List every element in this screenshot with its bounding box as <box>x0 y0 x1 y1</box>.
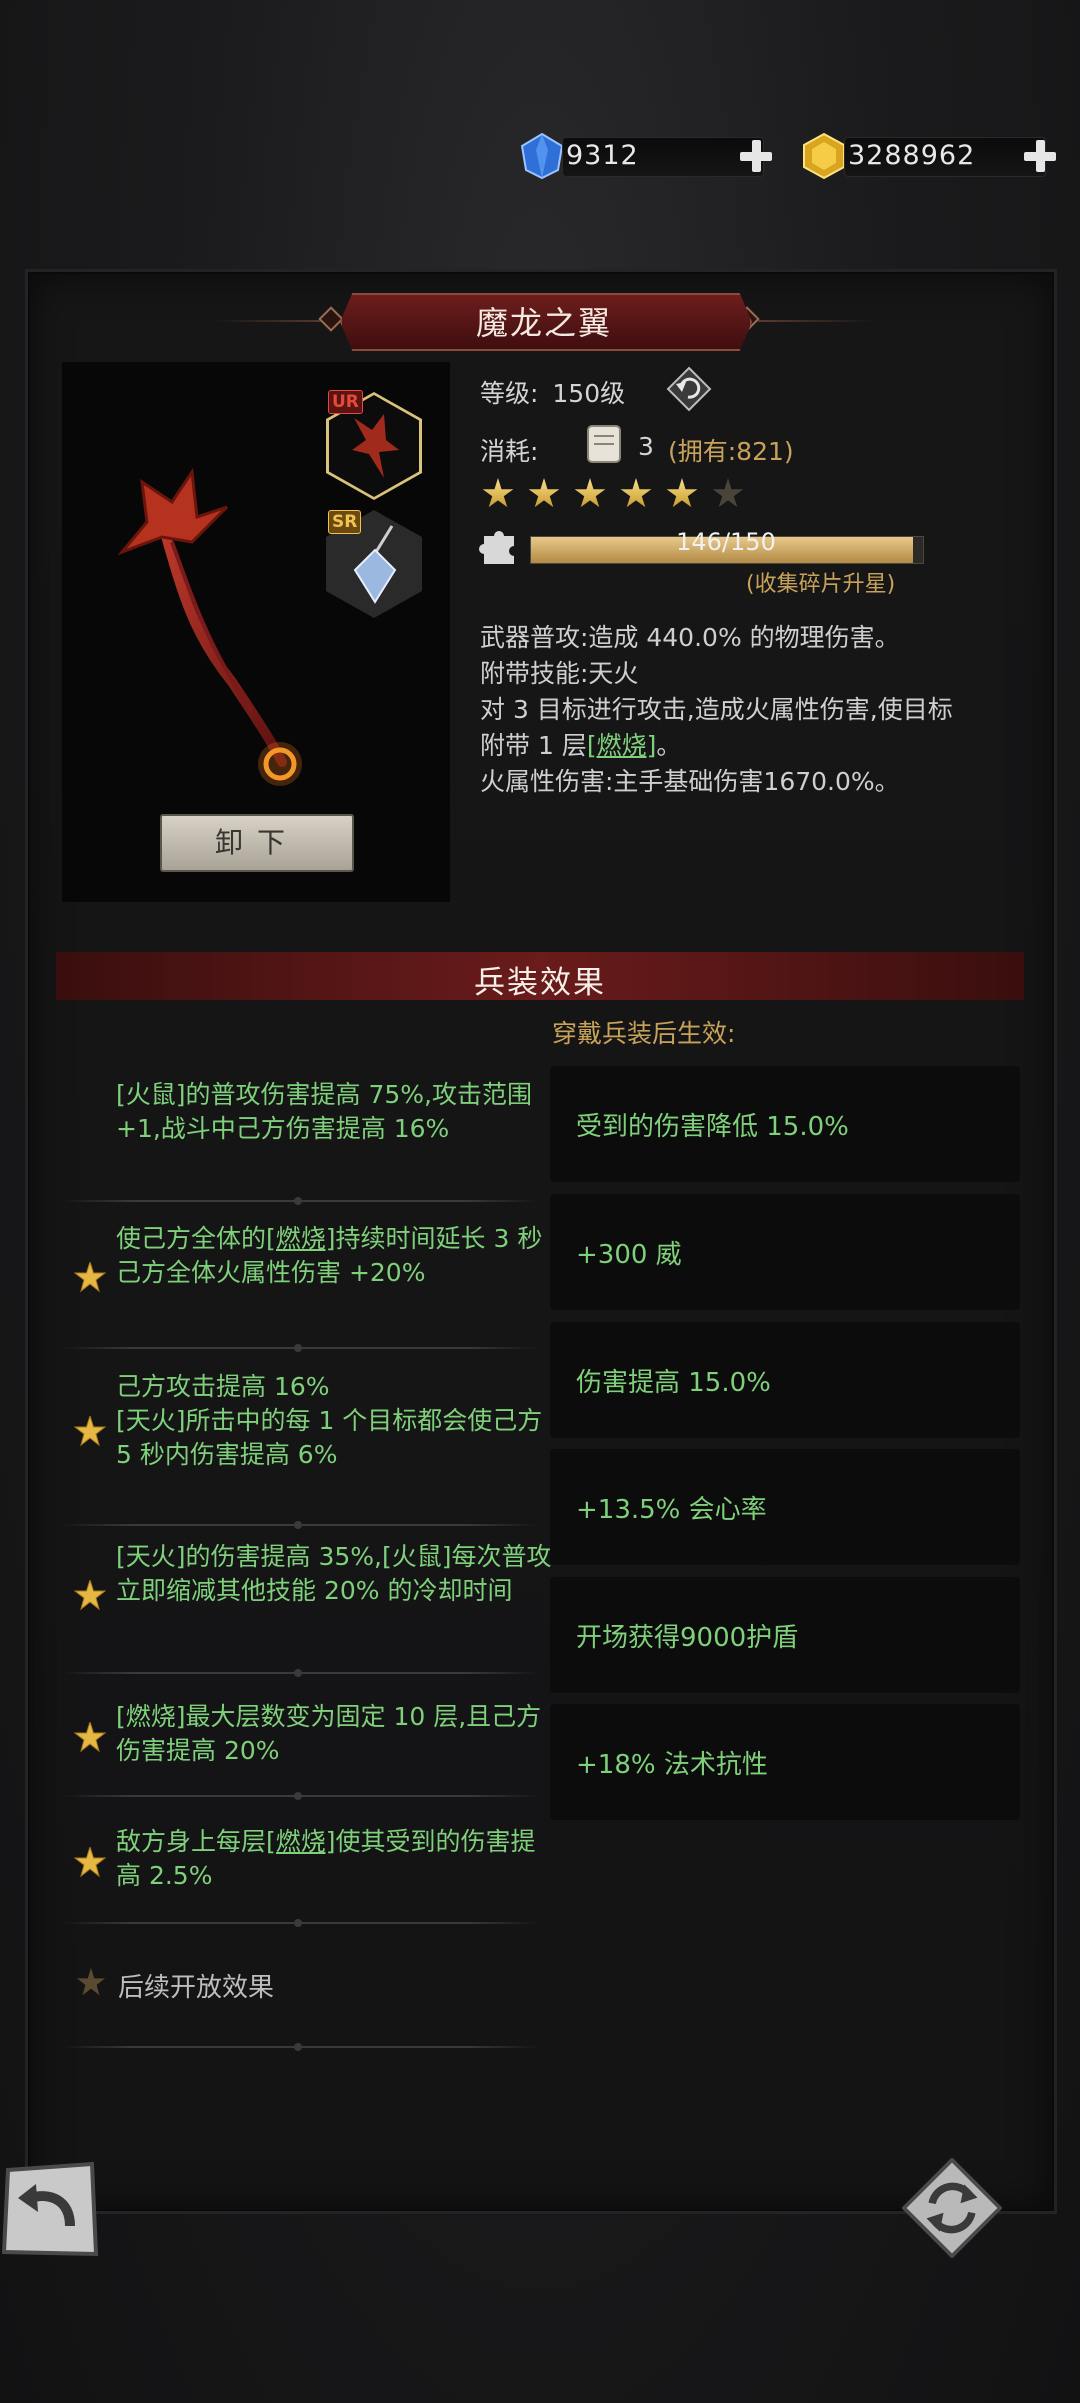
gold-coin-icon <box>803 132 845 180</box>
buff-card: +18% 法术抗性 <box>550 1704 1020 1820</box>
gem-currency: 9312 <box>518 132 778 180</box>
effect-text: [燃烧]最大层数变为固定 10 层,且己方伤害提高 20% <box>116 1702 542 1765</box>
desc-skill-detail: 对 3 目标进行攻击,造成火属性伤害,使目标附带 1 层[燃烧]。 <box>480 695 953 760</box>
scroll-material-icon <box>587 425 621 463</box>
add-gems-button[interactable] <box>738 138 774 174</box>
star-icon <box>74 1262 106 1293</box>
cost-amount: 3 <box>638 432 654 461</box>
blue-gem-icon <box>520 132 564 180</box>
wing-icon <box>352 414 399 478</box>
back-button[interactable] <box>0 2160 100 2260</box>
buff-card: 受到的伤害降低 15.0% <box>550 1066 1020 1182</box>
gold-currency: 3288962 <box>800 132 1060 180</box>
separator <box>62 1919 538 1927</box>
separator <box>62 2043 538 2051</box>
burn-link[interactable]: [燃烧] <box>266 1827 336 1856</box>
burn-link[interactable]: [燃烧] <box>587 731 657 760</box>
fragment-progress-text: 146/150 <box>676 528 776 556</box>
desc-skill: 附带技能:天火 <box>480 659 639 688</box>
star-icon <box>74 1580 106 1611</box>
swap-button[interactable] <box>902 2158 1002 2258</box>
effects-subtitle: 穿戴兵装后生效: <box>552 1019 736 1048</box>
title-line-left <box>212 320 330 322</box>
star-icon <box>74 1847 106 1878</box>
separator <box>62 1792 538 1800</box>
pending-effects-label: 后续开放效果 <box>118 1973 275 2003</box>
level-label: 等级: <box>480 379 539 408</box>
effects-title: 兵装效果 <box>474 965 606 1001</box>
buff-card: +300 威 <box>550 1194 1020 1310</box>
separator <box>62 1669 538 1677</box>
separator <box>62 1521 538 1529</box>
cost-row: 消耗: <box>480 432 538 468</box>
star-rating <box>482 478 744 510</box>
effect-text: 己方攻击提高 16% [天火]所击中的每 1 个目标都会使己方 5 秒内伤害提高… <box>116 1372 543 1469</box>
burn-link[interactable]: [燃烧] <box>266 1224 336 1253</box>
effect-text: 敌方身上每层[燃烧]使其受到的伤害提高 2.5% <box>116 1827 536 1890</box>
separator <box>62 1344 538 1352</box>
star-dim-icon <box>76 1968 106 1996</box>
separator <box>62 1197 538 1205</box>
puzzle-piece-icon <box>479 531 514 564</box>
star-empty-icon <box>712 478 744 508</box>
refresh-level-icon[interactable] <box>666 366 712 412</box>
fragment-hint: (收集碎片升星) <box>746 572 896 597</box>
star-icon <box>74 1722 106 1753</box>
effect-text: 使己方全体的[燃烧]持续时间延长 3 秒 己方全体火属性伤害 +20% <box>116 1224 543 1287</box>
star-icon <box>482 478 514 508</box>
star-icon <box>574 478 606 508</box>
ur-badge: UR <box>328 390 363 414</box>
effect-text: [火鼠]的普攻伤害提高 75%,攻击范围+1,战斗中己方伤害提高 16% <box>116 1080 532 1143</box>
desc-fire-damage: 火属性伤害:主手基础伤害1670.0%。 <box>480 767 900 796</box>
cost-label: 消耗: <box>480 437 539 466</box>
effect-text: [天火]的伤害提高 35%,[火鼠]每次普攻立即缩减其他技能 20% 的冷却时间 <box>116 1542 552 1605</box>
item-name: 魔龙之翼 <box>475 304 612 342</box>
gem-pendant-icon <box>353 525 397 604</box>
star-icon <box>74 1416 106 1447</box>
desc-attack: 武器普攻:造成 440.0% 的物理伤害。 <box>480 623 900 652</box>
buff-card: 伤害提高 15.0% <box>550 1322 1020 1438</box>
sr-badge: SR <box>328 510 362 534</box>
unequip-button[interactable]: 卸下 <box>160 814 354 872</box>
add-gold-button[interactable] <box>1022 138 1058 174</box>
level-row: 等级: 150级 <box>480 374 625 410</box>
star-icon <box>620 478 652 508</box>
cost-owned: (拥有:821) <box>668 437 794 466</box>
gold-count: 3288962 <box>848 140 976 171</box>
dragon-wing-staff-icon <box>117 467 302 786</box>
weapon-description: 武器普攻:造成 440.0% 的物理伤害。 附带技能:天火 对 3 目标进行攻击… <box>480 620 970 800</box>
title-line-right <box>758 320 876 322</box>
star-icon <box>528 478 560 508</box>
star-icon <box>666 478 698 508</box>
buff-card: +13.5% 会心率 <box>550 1449 1020 1565</box>
gem-count: 9312 <box>566 140 639 171</box>
level-value: 150级 <box>552 379 626 408</box>
buff-card: 开场获得9000护盾 <box>550 1577 1020 1693</box>
